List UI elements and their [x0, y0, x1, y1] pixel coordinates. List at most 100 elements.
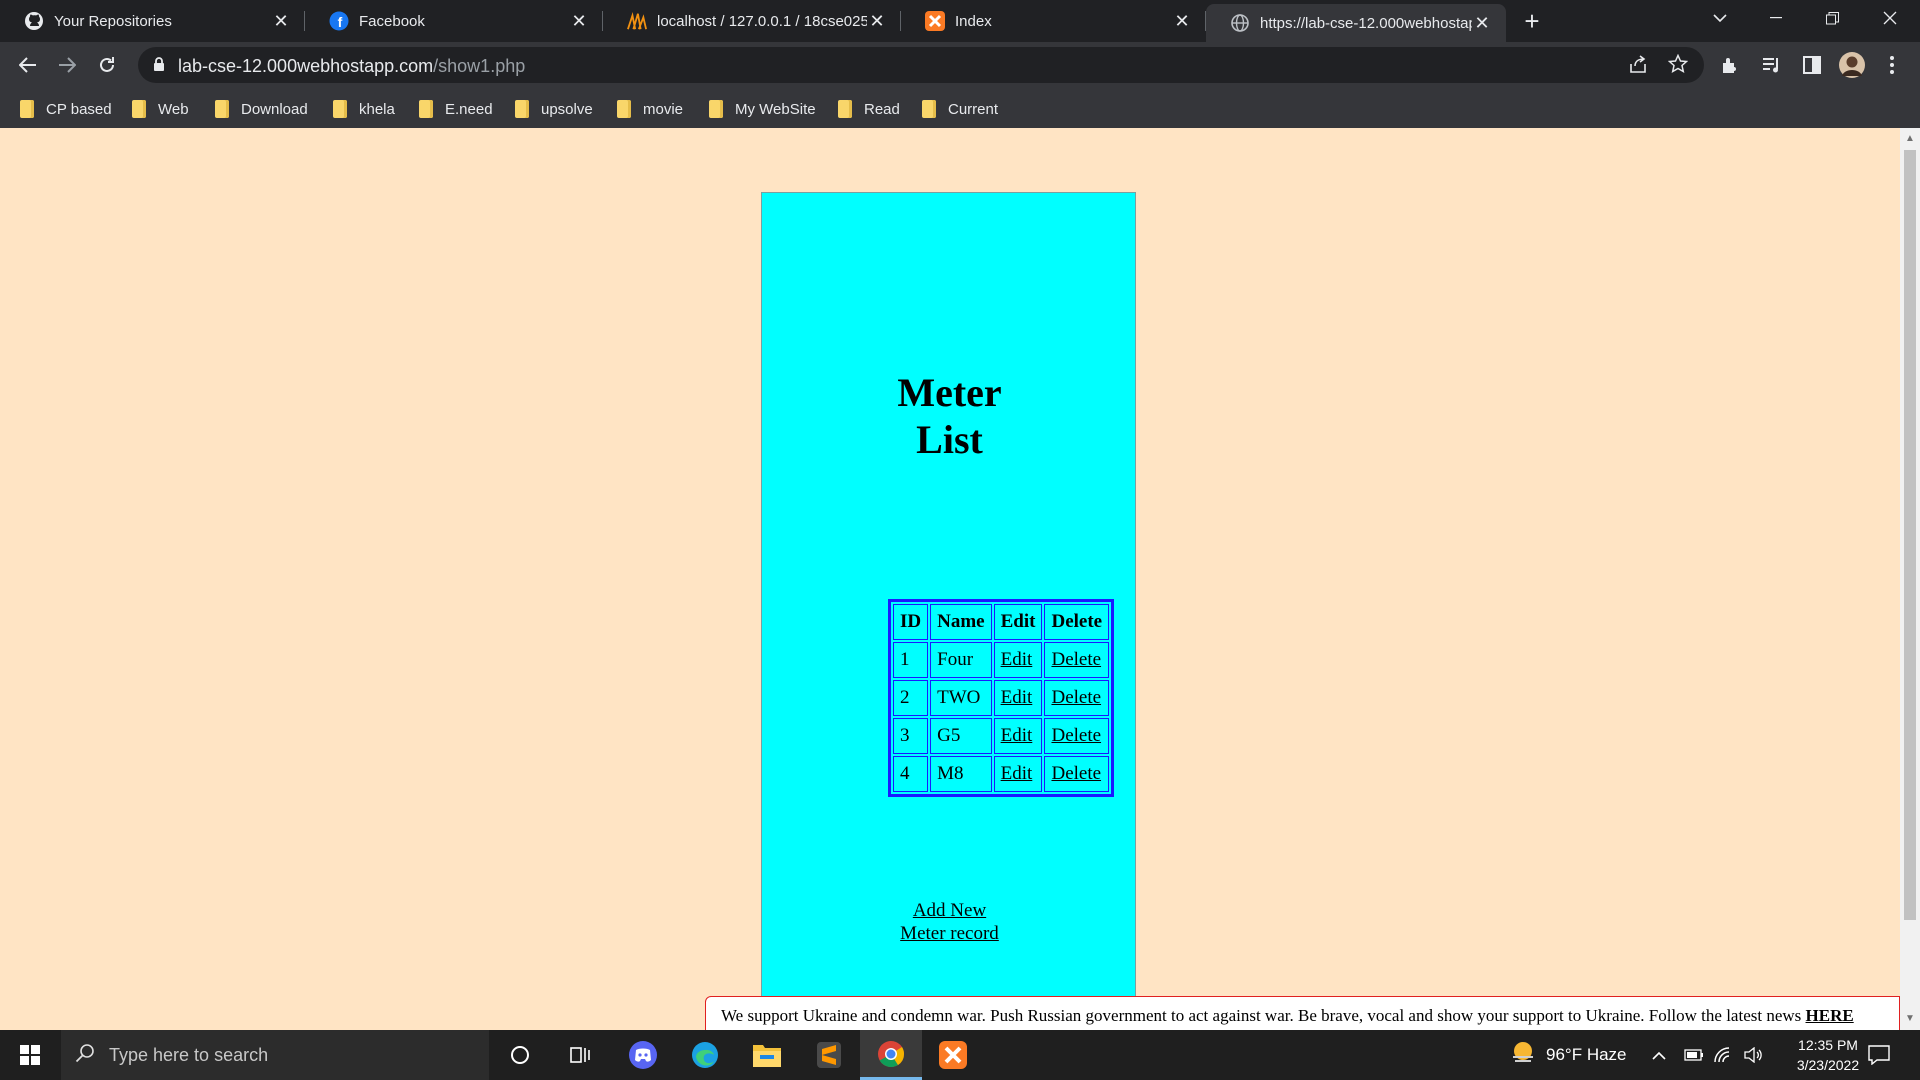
back-button[interactable]	[12, 49, 44, 81]
bookmark-upsolve[interactable]: upsolve	[515, 98, 593, 120]
profile-avatar[interactable]	[1836, 49, 1868, 81]
close-tab-icon[interactable]: ✕	[867, 11, 887, 31]
tab-index[interactable]: Index ✕	[901, 0, 1206, 42]
edit-link[interactable]: Edit	[1001, 687, 1033, 708]
add-new-meter-link[interactable]: Add New Meter record	[900, 900, 999, 944]
column-header-delete: Delete	[1044, 604, 1110, 640]
banner-here-link[interactable]: HERE	[1806, 1006, 1854, 1025]
browser-toolbar: lab-cse-12.000webhostapp.com/show1.php	[0, 42, 1920, 88]
scroll-up-arrow-icon[interactable]: ▲	[1905, 134, 1915, 144]
tab-search-chevron-icon[interactable]	[1692, 0, 1748, 36]
bookmark-web[interactable]: Web	[132, 98, 189, 120]
bookmark-label: movie	[643, 100, 684, 118]
cell-delete: Delete	[1044, 642, 1110, 678]
restore-window-button[interactable]	[1804, 0, 1860, 36]
ukraine-support-banner: We support Ukraine and condemn war. Push…	[705, 996, 1900, 1030]
sublime-text-icon[interactable]	[798, 1030, 860, 1080]
new-tab-button[interactable]: +	[1504, 3, 1560, 39]
tab-facebook[interactable]: f Facebook ✕	[305, 0, 603, 42]
table-row: 3 G5 Edit Delete	[893, 718, 1110, 754]
delete-link[interactable]: Delete	[1051, 763, 1101, 784]
xampp-control-icon[interactable]	[922, 1030, 984, 1080]
edit-link[interactable]: Edit	[1001, 649, 1033, 670]
url-path: /show1.php	[433, 56, 526, 76]
forward-button[interactable]	[51, 49, 83, 81]
reload-icon[interactable]	[91, 49, 123, 81]
chrome-icon[interactable]	[860, 1030, 922, 1080]
delete-link[interactable]: Delete	[1051, 687, 1101, 708]
bookmark-label: Web	[158, 100, 189, 118]
tab-label: Your Repositories	[54, 12, 172, 30]
show-hidden-icons-chevron-icon[interactable]	[1652, 1030, 1666, 1080]
bookmark-khela[interactable]: khela	[333, 98, 395, 120]
file-explorer-icon[interactable]	[736, 1030, 798, 1080]
add-new-line: Meter record	[900, 923, 999, 944]
tab-your-repositories[interactable]: Your Repositories ✕	[0, 0, 305, 42]
vertical-scrollbar[interactable]: ▲ ▼	[1900, 128, 1920, 1030]
edit-link[interactable]: Edit	[1001, 763, 1033, 784]
browser-menu-icon[interactable]	[1876, 49, 1908, 81]
bookmark-read[interactable]: Read	[838, 98, 900, 120]
close-tab-icon[interactable]: ✕	[1472, 13, 1492, 33]
banner-text: We support Ukraine and condemn war. Push…	[721, 1006, 1806, 1025]
extensions-icon[interactable]	[1714, 49, 1746, 81]
cell-id: 2	[893, 680, 929, 716]
wifi-icon[interactable]	[1714, 1030, 1732, 1080]
bookmark-label: My WebSite	[735, 100, 816, 118]
volume-icon[interactable]	[1744, 1030, 1764, 1080]
share-icon[interactable]	[1628, 55, 1648, 80]
minimize-window-button[interactable]	[1748, 0, 1804, 36]
notifications-icon[interactable]	[1868, 1030, 1890, 1080]
scroll-down-arrow-icon[interactable]: ▼	[1905, 1014, 1915, 1024]
bookmark-my-website[interactable]: My WebSite	[709, 98, 816, 120]
phpmyadmin-icon	[627, 11, 647, 31]
media-control-icon[interactable]	[1756, 49, 1788, 81]
close-tab-icon[interactable]: ✕	[271, 11, 291, 31]
cell-edit: Edit	[993, 680, 1043, 716]
start-button[interactable]	[0, 1030, 60, 1080]
column-header-id: ID	[893, 604, 929, 640]
cortana-icon[interactable]	[489, 1030, 551, 1080]
cell-id: 4	[893, 756, 929, 792]
battery-icon[interactable]	[1684, 1030, 1704, 1080]
scroll-thumb[interactable]	[1904, 150, 1916, 920]
tab-phpmyadmin[interactable]: localhost / 127.0.0.1 / 18cse025 | ✕	[603, 0, 901, 42]
system-clock[interactable]: 12:35 PM 3/23/2022	[1778, 1030, 1878, 1080]
delete-link[interactable]: Delete	[1051, 649, 1101, 670]
banner-text-wrap: We support Ukraine and condemn war. Push…	[721, 1006, 1854, 1026]
cell-delete: Delete	[1044, 680, 1110, 716]
column-header-edit: Edit	[993, 604, 1043, 640]
url-text: lab-cse-12.000webhostapp.com/show1.php	[178, 56, 525, 77]
side-panel-icon[interactable]	[1796, 49, 1828, 81]
task-view-icon[interactable]	[550, 1030, 612, 1080]
folder-icon	[333, 100, 347, 118]
folder-icon	[20, 100, 34, 118]
bookmark-star-icon[interactable]	[1667, 53, 1689, 79]
bookmark-current[interactable]: Current	[922, 98, 998, 120]
url-host: lab-cse-12.000webhostapp.com	[178, 56, 434, 76]
discord-icon[interactable]	[612, 1030, 674, 1080]
close-tab-icon[interactable]: ✕	[1172, 11, 1192, 31]
bookmark-movie[interactable]: movie	[617, 98, 683, 120]
bookmark-cp-based[interactable]: CP based	[20, 98, 112, 120]
close-tab-icon[interactable]: ✕	[569, 11, 589, 31]
search-placeholder: Type here to search	[109, 1044, 269, 1065]
delete-link[interactable]: Delete	[1051, 725, 1101, 746]
address-bar[interactable]: lab-cse-12.000webhostapp.com/show1.php	[138, 47, 1704, 83]
edge-icon[interactable]	[674, 1030, 736, 1080]
cell-name: G5	[930, 718, 992, 754]
windows-logo-icon	[20, 1045, 40, 1065]
edit-link[interactable]: Edit	[1001, 725, 1033, 746]
bookmark-download[interactable]: Download	[215, 98, 308, 120]
bookmark-label: E.need	[445, 100, 493, 118]
lock-icon[interactable]	[153, 57, 165, 77]
tab-active-webhostapp[interactable]: https://lab-cse-12.000webhostap ✕	[1206, 4, 1506, 42]
bookmark-e-need[interactable]: E.need	[419, 98, 493, 120]
close-window-button[interactable]	[1862, 0, 1918, 36]
cell-name: Four	[930, 642, 992, 678]
weather-widget[interactable]: 96°F Haze	[1510, 1030, 1627, 1080]
taskbar-search-box[interactable]: Type here to search	[61, 1030, 489, 1080]
svg-text:f: f	[338, 14, 343, 30]
bookmark-label: khela	[359, 100, 395, 118]
cell-edit: Edit	[993, 718, 1043, 754]
